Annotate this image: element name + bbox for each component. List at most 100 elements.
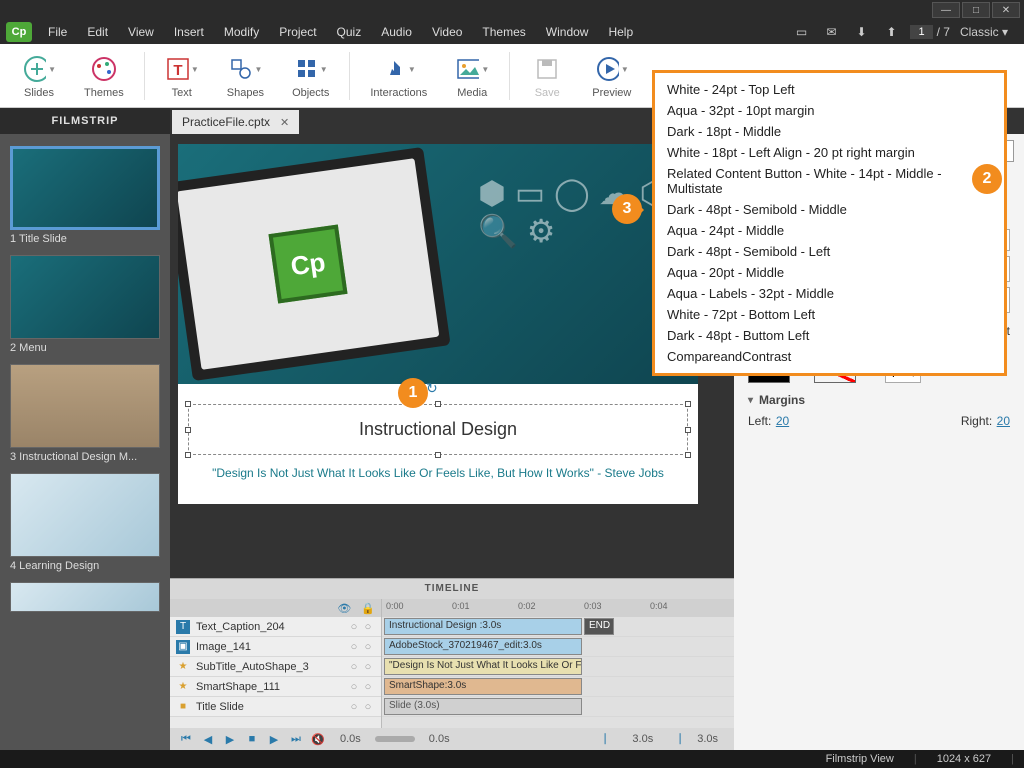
timeline-end-button[interactable]: ⏭ <box>288 733 304 746</box>
timeline-clip[interactable]: SmartShape:3.0s <box>384 678 582 695</box>
window-maximize-button[interactable]: □ <box>962 2 990 18</box>
ribbon-themes[interactable]: Themes <box>70 46 138 106</box>
track-header: 👁 🔒 <box>170 599 381 617</box>
menu-help[interactable]: Help <box>598 22 643 42</box>
timeline-next-button[interactable]: ▶ <box>266 733 282 746</box>
thumbnail-image <box>10 582 160 612</box>
window-titlebar: — □ ✕ <box>0 0 1024 20</box>
thumbnail-label: 4 Learning Design <box>10 560 160 572</box>
menu-modify[interactable]: Modify <box>214 22 269 42</box>
upload-icon[interactable]: ⬆ <box>882 24 900 40</box>
timeline-clip[interactable]: Instructional Design :3.0s <box>384 618 582 635</box>
style-option[interactable]: Dark - 48pt - Semibold - Left <box>655 241 1004 262</box>
timeline-clip[interactable]: AdobeStock_370219467_edit:3.0s <box>384 638 582 655</box>
thumbnail-1[interactable]: 1 Title Slide <box>0 142 170 251</box>
timeline-clip[interactable]: Slide (3.0s) <box>384 698 582 715</box>
ribbon-media[interactable]: ▼ Media <box>441 46 503 106</box>
timeline-marker-a[interactable]: ⎸ <box>602 733 618 746</box>
menu-edit[interactable]: Edit <box>77 22 118 42</box>
track-row[interactable]: ■Title Slide○○ <box>170 697 381 717</box>
annotation-callout-2: 2 <box>972 164 1002 194</box>
timeline-time-4: 3.0s <box>697 733 718 745</box>
timeline-marker-b[interactable]: ⎹ <box>667 733 683 746</box>
style-option[interactable]: Dark - 48pt - Buttom Left <box>655 325 1004 346</box>
margins-header[interactable]: ▾Margins <box>748 393 1010 407</box>
style-list-dropdown[interactable]: White - 24pt - Top Left Aqua - 32pt - 10… <box>652 70 1007 376</box>
menu-insert[interactable]: Insert <box>164 22 214 42</box>
style-option[interactable]: Dark - 18pt - Middle <box>655 121 1004 142</box>
track-row[interactable]: TText_Caption_204○○ <box>170 617 381 637</box>
menu-window[interactable]: Window <box>536 22 599 42</box>
timeline-stop-button[interactable]: ■ <box>244 733 260 745</box>
style-option[interactable]: CompareandContrast <box>655 346 1004 367</box>
close-tab-icon[interactable]: ✕ <box>280 116 289 129</box>
slide-subtitle-text: "Design Is Not Just What It Looks Like O… <box>188 466 688 480</box>
thumbnail-3[interactable]: 3 Instructional Design M... <box>0 360 170 469</box>
filmstrip-header: FILMSTRIP <box>0 108 170 134</box>
ribbon-slides[interactable]: ▼ Slides <box>8 46 70 106</box>
menu-themes[interactable]: Themes <box>472 22 535 42</box>
layout-icon[interactable]: ▭ <box>792 24 810 40</box>
menu-bar: Cp File Edit View Insert Modify Project … <box>0 20 1024 44</box>
hero-tablet-graphic: Cp <box>178 147 451 381</box>
thumbnail-image <box>10 146 160 230</box>
menu-quiz[interactable]: Quiz <box>327 22 372 42</box>
workspace-selector[interactable]: Classic ▾ <box>960 25 1008 39</box>
thumbnail-5[interactable] <box>0 578 170 618</box>
download-icon[interactable]: ⬇ <box>852 24 870 40</box>
menu-view[interactable]: View <box>118 22 164 42</box>
timeline-play-button[interactable]: ▶ <box>222 733 238 746</box>
style-option[interactable]: White - 72pt - Bottom Left <box>655 304 1004 325</box>
thumbnail-2[interactable]: 2 Menu <box>0 251 170 360</box>
style-option[interactable]: Aqua - 24pt - Middle <box>655 220 1004 241</box>
track-row[interactable]: ★SubTitle_AutoShape_3○○ <box>170 657 381 677</box>
ribbon-preview[interactable]: ▼ Preview <box>578 46 645 106</box>
menu-video[interactable]: Video <box>422 22 472 42</box>
margin-left-value[interactable]: 20 <box>776 414 789 428</box>
timeline-clip[interactable]: "Design Is Not Just What It Looks Like O… <box>384 658 582 675</box>
style-option[interactable]: White - 24pt - Top Left <box>655 79 1004 100</box>
menu-project[interactable]: Project <box>269 22 326 42</box>
thumbnail-image <box>10 255 160 339</box>
timeline-rewind-button[interactable]: ⏮ <box>178 733 194 746</box>
menu-audio[interactable]: Audio <box>371 22 422 42</box>
style-option[interactable]: Aqua - 32pt - 10pt margin <box>655 100 1004 121</box>
margin-right-value[interactable]: 20 <box>997 414 1010 428</box>
filmstrip-panel: 1 Title Slide 2 Menu 3 Instructional Des… <box>0 134 170 750</box>
text-caption-selected[interactable]: Instructional Design <box>188 404 688 455</box>
timeline-prev-button[interactable]: ◀ <box>200 733 216 746</box>
ribbon-text[interactable]: T▼ Text <box>151 46 213 106</box>
track-row[interactable]: ▣Image_141○○ <box>170 637 381 657</box>
window-close-button[interactable]: ✕ <box>992 2 1020 18</box>
timeline-slider[interactable] <box>375 736 415 742</box>
thumbnail-4[interactable]: 4 Learning Design <box>0 469 170 578</box>
thumbnail-label: 2 Menu <box>10 342 160 354</box>
style-option[interactable]: Dark - 48pt - Semibold - Middle <box>655 199 1004 220</box>
style-option[interactable]: Related Content Button - White - 14pt - … <box>655 163 1004 199</box>
visibility-icon[interactable]: 👁 <box>337 602 351 615</box>
timeline-grid[interactable]: 0:00 0:01 0:02 0:03 0:04 Instructional D… <box>382 599 734 728</box>
style-option[interactable]: Aqua - Labels - 32pt - Middle <box>655 283 1004 304</box>
canvas-viewport[interactable]: Cp ⬢ ▭ ◯ ☁ ⬡ 🔍 ⚙ ↻ Instructional Design … <box>170 134 734 578</box>
canvas-column: Cp ⬢ ▭ ◯ ☁ ⬡ 🔍 ⚙ ↻ Instructional Design … <box>170 134 734 750</box>
thumbnail-label: 1 Title Slide <box>10 233 160 245</box>
ribbon-objects[interactable]: ▼ Objects <box>278 46 343 106</box>
end-marker: END <box>584 618 614 635</box>
timeline-mute-button[interactable]: 🔇 <box>310 733 326 746</box>
file-tab[interactable]: PracticeFile.cptx ✕ <box>172 110 299 134</box>
thumbnail-image <box>10 364 160 448</box>
timeline-time-2: 0.0s <box>429 733 450 745</box>
page-current[interactable]: 1 <box>910 25 932 39</box>
menu-file[interactable]: File <box>38 22 77 42</box>
lock-icon[interactable]: 🔒 <box>361 602 375 615</box>
ribbon-shapes[interactable]: ▼ Shapes <box>213 46 278 106</box>
annotation-callout-1: 1 <box>398 378 428 408</box>
track-row[interactable]: ★SmartShape_111○○ <box>170 677 381 697</box>
window-minimize-button[interactable]: — <box>932 2 960 18</box>
style-option[interactable]: Aqua - 20pt - Middle <box>655 262 1004 283</box>
status-view: Filmstrip View <box>826 753 894 765</box>
style-option[interactable]: White - 18pt - Left Align - 20 pt right … <box>655 142 1004 163</box>
cp-badge-icon: Cp <box>268 224 347 303</box>
sync-icon[interactable]: ✉ <box>822 24 840 40</box>
ribbon-interactions[interactable]: ▼ Interactions <box>356 46 441 106</box>
